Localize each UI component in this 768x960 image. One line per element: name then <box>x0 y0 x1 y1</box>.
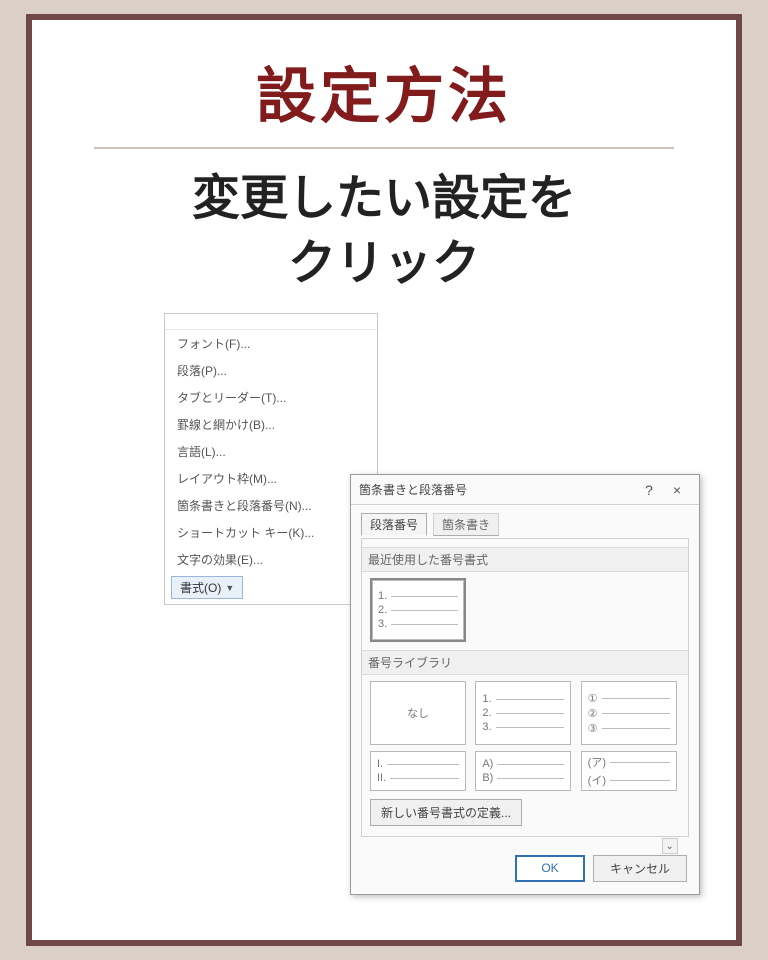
format-menu: フォント(F)... 段落(P)... タブとリーダー(T)... 罫線と網かけ… <box>164 313 378 605</box>
dialog-titlebar: 箇条書きと段落番号 ? × <box>351 475 699 505</box>
dialog-footer: OK キャンセル <box>351 845 699 894</box>
cancel-button[interactable]: キャンセル <box>593 855 687 882</box>
library-circled[interactable]: ① ② ③ <box>581 681 677 745</box>
menu-item-borders[interactable]: 罫線と網かけ(B)... <box>165 411 377 438</box>
menu-item-numbering[interactable]: 箇条書きと段落番号(N)... <box>165 492 377 519</box>
menu-item-language[interactable]: 言語(L)... <box>165 438 377 465</box>
menu-item-font[interactable]: フォント(F)... <box>165 330 377 357</box>
menu-item-shortcut[interactable]: ショートカット キー(K)... <box>165 519 377 546</box>
close-icon[interactable]: × <box>663 482 691 498</box>
recent-section-label: 最近使用した番号書式 <box>362 547 688 572</box>
tab-paragraph-number[interactable]: 段落番号 <box>361 513 427 536</box>
menu-item-paragraph[interactable]: 段落(P)... <box>165 357 377 384</box>
ok-button[interactable]: OK <box>515 855 585 882</box>
dialog-tabs: 段落番号 箇条書き <box>351 505 699 536</box>
instruction-text: 変更したい設定を クリック <box>60 167 708 297</box>
dialog-body: 最近使用した番号書式 1. 2. 3. 番号ライブラリ なし 1. 2. 3. … <box>361 538 689 837</box>
help-icon[interactable]: ? <box>635 482 663 498</box>
divider <box>94 147 674 149</box>
caret-down-icon: ▼ <box>225 583 234 593</box>
page-title: 設定方法 <box>60 48 708 135</box>
menu-item-texteffect[interactable]: 文字の効果(E)... <box>165 546 377 573</box>
library-katakana[interactable]: (ア) (イ) ⌄ <box>581 751 677 791</box>
menu-item-tabs[interactable]: タブとリーダー(T)... <box>165 384 377 411</box>
numbering-dialog: 箇条書きと段落番号 ? × 段落番号 箇条書き 最近使用した番号書式 1. 2.… <box>350 474 700 895</box>
library-section-label: 番号ライブラリ <box>362 650 688 675</box>
dialog-title: 箇条書きと段落番号 <box>359 481 635 498</box>
library-none[interactable]: なし <box>370 681 466 745</box>
menu-header-faint <box>165 314 377 330</box>
library-decimal[interactable]: 1. 2. 3. <box>475 681 571 745</box>
library-alpha[interactable]: A) B) <box>475 751 571 791</box>
scroll-down-icon[interactable]: ⌄ <box>662 838 678 854</box>
menu-item-frame[interactable]: レイアウト枠(M)... <box>165 465 377 492</box>
define-new-format-button[interactable]: 新しい番号書式の定義... <box>370 799 522 826</box>
format-button[interactable]: 書式(O) ▼ <box>171 576 243 599</box>
tab-bullets[interactable]: 箇条書き <box>433 513 499 536</box>
library-roman[interactable]: I. II. <box>370 751 466 791</box>
recent-preview[interactable]: 1. 2. 3. <box>370 578 466 642</box>
